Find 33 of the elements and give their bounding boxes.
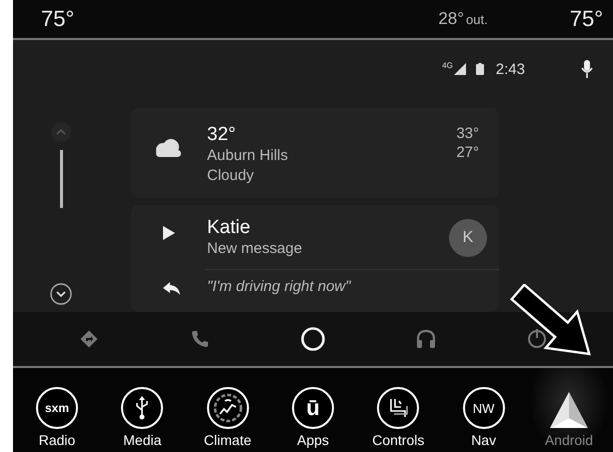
dock-button[interactable]: sxm Radio: [17, 368, 97, 452]
scroll-indicator: [60, 150, 62, 208]
message-card[interactable]: Katie New message K "I'm driving right now": [131, 205, 499, 312]
power-icon[interactable]: [526, 328, 548, 350]
contact-avatar: K: [449, 219, 487, 257]
reply-text[interactable]: "I'm driving right now": [207, 278, 351, 294]
dock-button[interactable]: NW Nav: [444, 368, 524, 452]
climate-icon: [212, 393, 243, 423]
dock-button[interactable]: ū Apps: [272, 368, 353, 452]
passenger-temperature[interactable]: 75°: [570, 6, 603, 32]
high-temperature: 33°: [456, 124, 479, 143]
clock-time: 2:43: [496, 60, 525, 78]
signal-icon: [454, 63, 466, 75]
outside-temperature: 28°: [438, 9, 464, 29]
microphone-icon[interactable]: [581, 60, 593, 78]
scroll-down-button[interactable]: [49, 282, 73, 306]
driver-temperature[interactable]: 75°: [41, 6, 74, 32]
network-label: 4G: [442, 60, 453, 70]
message-subtitle: New message: [207, 239, 304, 259]
home-button[interactable]: [300, 326, 326, 352]
weather-condition: Cloudy: [207, 166, 255, 186]
battery-icon: [476, 63, 484, 75]
outside-label: out.: [466, 12, 488, 27]
cloud-icon: [153, 138, 183, 158]
headphones-icon[interactable]: [415, 328, 438, 350]
dock-button[interactable]: Climate: [188, 368, 268, 452]
low-temperature: 27°: [456, 143, 479, 162]
temperature-value: 32°: [207, 124, 237, 146]
location-name: Auburn Hills: [207, 146, 289, 166]
sender-name: Katie: [207, 217, 252, 239]
dock-button[interactable]: Controls: [358, 368, 438, 452]
dock-button[interactable]: Media: [102, 368, 182, 452]
weather-card[interactable]: 32° Auburn Hills Cloudy 33° 27°: [131, 108, 499, 198]
